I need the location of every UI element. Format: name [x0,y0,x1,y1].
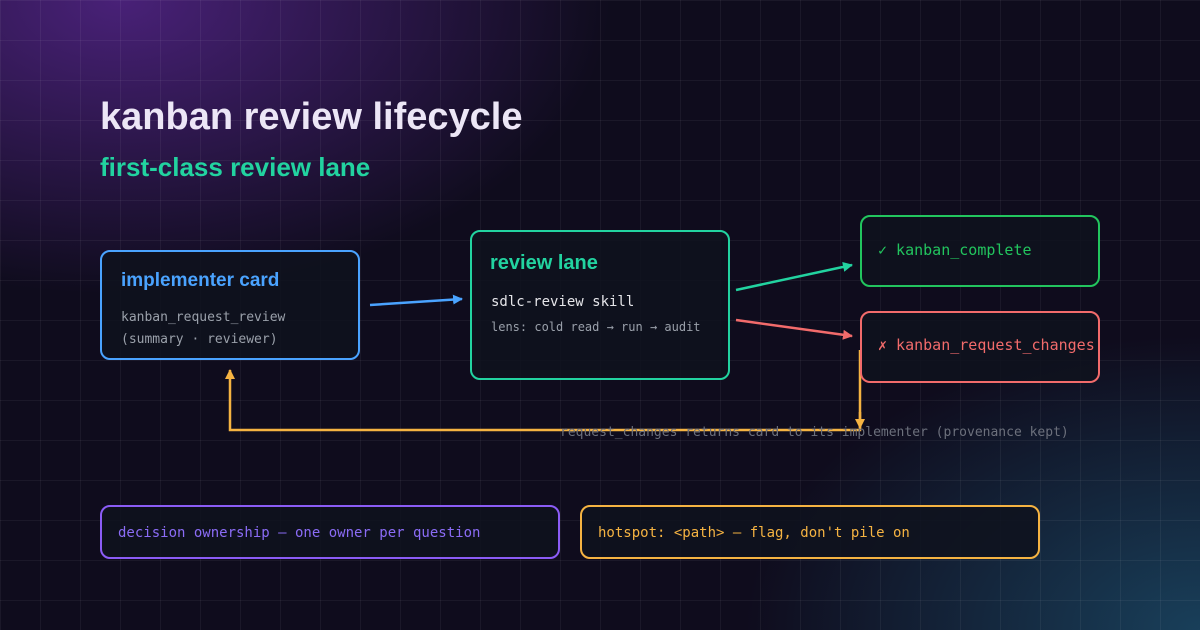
kanban-complete-node: ✓ kanban_complete [860,215,1100,287]
review-lane-title: review lane [490,252,598,274]
decision-ownership-note: decision ownership — one owner per quest… [100,505,560,559]
implementer-card-node: implementer card kanban_request_review (… [100,250,360,360]
kanban-request-changes-node: ✗ kanban_request_changes [860,311,1100,383]
arrow-review-to-complete [735,262,853,292]
implementer-card-call: kanban_request_review [121,310,286,325]
kanban-complete-label: ✓ kanban_complete [878,241,1032,259]
review-lane-node: review lane sdlc-review skill lens: cold… [470,230,730,380]
arrow-implementer-to-review [369,294,463,307]
implementer-card-args: (summary · reviewer) [121,332,278,347]
review-lane-lens: lens: cold read → run → audit [491,320,701,334]
return-path-caption: request_changes returns card to its impl… [560,425,1069,440]
review-lane-skill: sdlc-review skill [491,294,635,310]
hotspot-text: hotspot: <path> — flag, don't pile on [598,525,910,541]
arrow-review-to-changes [735,318,853,340]
hotspot-note: hotspot: <path> — flag, don't pile on [580,505,1040,559]
implementer-card-title: implementer card [121,270,280,291]
decision-ownership-text: decision ownership — one owner per quest… [118,525,481,541]
kanban-request-changes-label: ✗ kanban_request_changes [878,336,1095,354]
